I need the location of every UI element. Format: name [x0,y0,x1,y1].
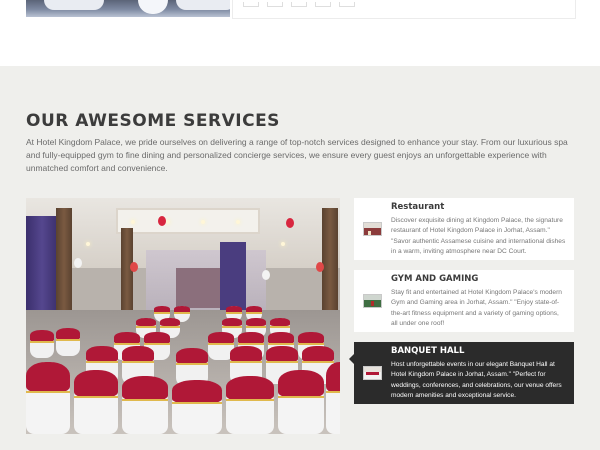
banquet-hall-icon [363,366,382,380]
banquet-hall-image [26,198,340,434]
room-card [232,0,576,19]
service-card-gym[interactable]: GYM AND GAMING Stay fit and entertained … [354,270,574,332]
service-text: Discover exquisite dining at Kingdom Pal… [391,217,566,255]
room-image [26,0,230,17]
restaurant-icon [363,222,382,236]
service-card-banquet-hall[interactable]: BANQUET HALL Host unforgettable events i… [349,342,574,404]
section-description: At Hotel Kingdom Palace, we pride oursel… [26,137,568,173]
service-card-restaurant[interactable]: Restaurant Discover exquisite dining at … [354,198,574,260]
services-section: OUR AWESOME SERVICES At Hotel Kingdom Pa… [0,66,600,450]
section-title: OUR AWESOME SERVICES [26,111,280,131]
previous-section [0,0,600,66]
service-name: Restaurant [391,202,445,212]
service-text: Stay fit and entertained at Hotel Kingdo… [391,289,562,327]
service-text: Host unforgettable events in our elegant… [391,361,562,399]
gym-icon [363,294,382,308]
service-name: GYM AND GAMING [391,274,479,284]
service-name: BANQUET HALL [391,346,465,356]
